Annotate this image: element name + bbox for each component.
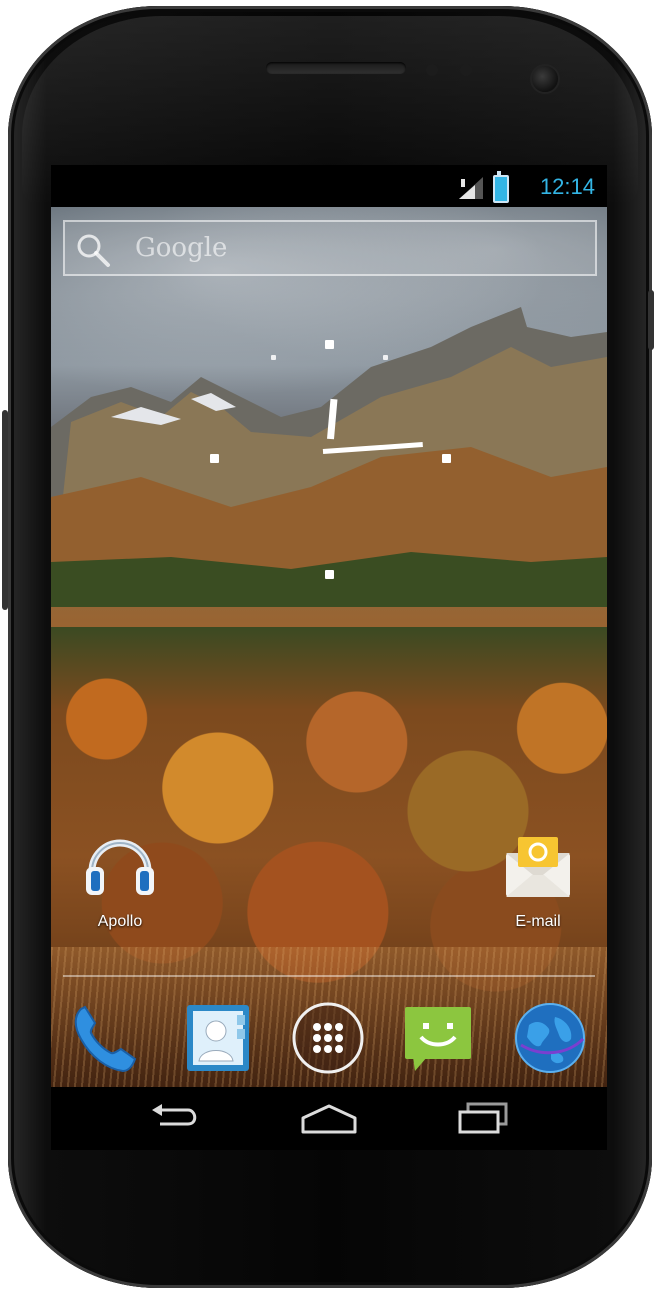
shortcut-apollo[interactable]: Apollo bbox=[65, 823, 175, 931]
analog-clock-widget[interactable] bbox=[205, 335, 451, 581]
clock-marker-6 bbox=[325, 570, 334, 579]
signal-icon bbox=[459, 177, 483, 199]
clock-hour-hand bbox=[327, 398, 338, 440]
back-icon bbox=[152, 1104, 197, 1126]
headphones-icon bbox=[86, 839, 154, 895]
dock bbox=[51, 987, 607, 1087]
google-search-bar[interactable]: Google bbox=[63, 220, 597, 276]
dock-browser[interactable] bbox=[511, 999, 589, 1077]
browser-icon bbox=[515, 1003, 585, 1073]
clock-marker-11 bbox=[271, 355, 276, 360]
phone-icon bbox=[74, 1005, 137, 1073]
battery-icon bbox=[493, 171, 509, 203]
proximity-sensor bbox=[426, 64, 438, 76]
navigation-bar bbox=[51, 1087, 607, 1150]
messaging-icon bbox=[405, 1007, 471, 1071]
search-label: Google bbox=[135, 233, 228, 263]
status-time: 12:14 bbox=[539, 174, 595, 199]
recent-apps-icon bbox=[458, 1102, 508, 1134]
dock-messaging[interactable] bbox=[399, 999, 477, 1077]
clock-marker-12 bbox=[325, 340, 334, 349]
dock-phone[interactable] bbox=[67, 999, 145, 1077]
front-camera bbox=[530, 64, 560, 94]
clock-minute-hand bbox=[322, 442, 423, 454]
home-icon bbox=[301, 1104, 357, 1134]
back-button[interactable] bbox=[139, 1099, 209, 1139]
clock-marker-3 bbox=[442, 454, 451, 463]
earpiece-speaker bbox=[266, 62, 406, 74]
home-button[interactable] bbox=[294, 1099, 364, 1139]
search-icon bbox=[77, 234, 110, 267]
volume-rocker[interactable] bbox=[2, 410, 8, 610]
dock-divider bbox=[63, 975, 595, 977]
shortcut-label: E-mail bbox=[515, 913, 561, 930]
clock-marker-1 bbox=[383, 355, 388, 360]
recent-apps-button[interactable] bbox=[449, 1099, 519, 1139]
dock-app-drawer[interactable] bbox=[289, 999, 367, 1077]
app-drawer-icon bbox=[292, 1002, 364, 1074]
email-icon bbox=[506, 837, 570, 897]
light-sensor bbox=[460, 64, 472, 76]
contacts-icon bbox=[187, 1005, 249, 1071]
status-bar: 12:14 bbox=[51, 165, 607, 207]
clock-marker-9 bbox=[210, 454, 219, 463]
shortcut-label: Apollo bbox=[97, 913, 143, 930]
shortcut-email[interactable]: E-mail bbox=[483, 823, 593, 931]
power-button[interactable] bbox=[648, 290, 654, 350]
screen: 12:14 Google Apollo E-mail bbox=[51, 165, 607, 1150]
dock-contacts[interactable] bbox=[179, 999, 257, 1077]
